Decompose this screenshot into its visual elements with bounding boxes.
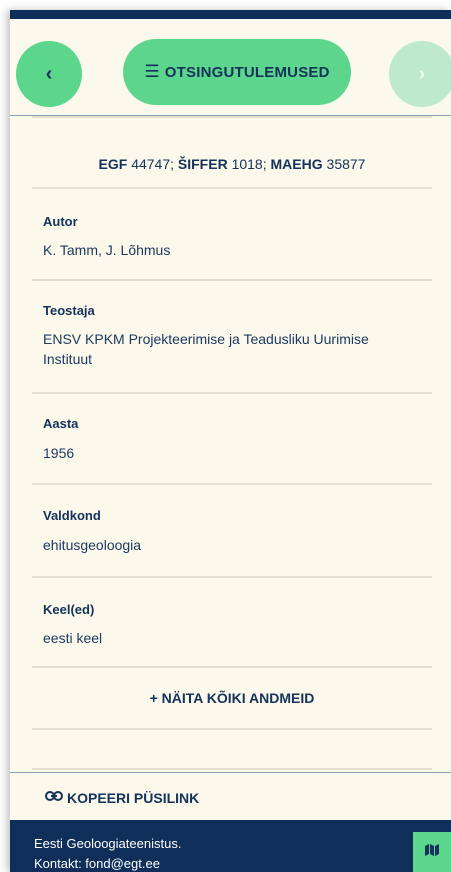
field-value: ehitusgeoloogia [43, 537, 142, 553]
chevron-right-icon: › [418, 62, 426, 85]
divider [32, 768, 432, 770]
search-results-label: OTSINGUTULEMUSED [164, 63, 330, 81]
maehg-value: 35877 [326, 156, 366, 172]
list-icon: ☰ [144, 62, 160, 81]
contact-email[interactable]: Kontakt: fond@egt.ee [34, 854, 181, 872]
divider [32, 576, 432, 578]
field-label: Valdkond [43, 508, 101, 523]
egf-label: EGF [98, 156, 128, 172]
shiffer-label: ŠIFFER [177, 156, 228, 172]
record-panel: ‹ ☰ OTSINGUTULEMUSED › EGF 44747; ŠIFFER… [10, 10, 451, 872]
organization-name: Eesti Geoloogiateenistus. [34, 836, 182, 851]
executor-value: ENSV KPKM Projekteerimise ja Teadusliku … [43, 331, 369, 367]
executor-label: Teostaja [43, 303, 95, 318]
next-result-button[interactable]: › [389, 41, 451, 107]
year-value: 1956 [43, 445, 75, 461]
search-results-button[interactable]: ☰ OTSINGUTULEMUSED [123, 39, 351, 105]
author-value: K. Tamm, J. Lõhmus [43, 242, 171, 258]
show-all-data-button[interactable]: + NÄITA KÕIKI ANDMEID [32, 690, 432, 706]
languages-value: eesti keel [43, 630, 103, 646]
divider [32, 483, 432, 485]
divider [32, 728, 432, 730]
copy-permalink-label: KOPEERI PÜSILINK [67, 789, 200, 806]
maehg-label: MAEHG [270, 156, 323, 172]
top-bar [10, 10, 451, 19]
divider [32, 116, 432, 118]
result-navigation: ‹ ☰ OTSINGUTULEMUSED › [10, 19, 451, 116]
languages-label: Keel(ed) [43, 602, 95, 617]
divider [32, 187, 432, 189]
map-icon [425, 843, 439, 861]
previous-result-button[interactable]: ‹ [16, 41, 82, 107]
site-footer: Eesti Geoloogiateenistus. Kontakt: fond@… [10, 820, 451, 872]
divider [32, 392, 432, 394]
shiffer-value: 1018; [231, 156, 267, 172]
record-identifiers: EGF 44747; ŠIFFER 1018; MAEHG 35877 [32, 156, 432, 172]
map-button[interactable] [413, 832, 451, 872]
author-label: Autor [43, 214, 78, 229]
organization-info: Eesti Geoloogiateenistus. Kontakt: fond@… [34, 834, 181, 872]
year-label: Aasta [43, 416, 79, 431]
chevron-left-icon: ‹ [45, 62, 53, 85]
permalink-bar: KOPEERI PÜSILINK [10, 772, 451, 821]
divider [32, 666, 432, 668]
egf-value: 44747; [131, 156, 175, 172]
divider [32, 279, 432, 281]
copy-permalink-button[interactable]: KOPEERI PÜSILINK [45, 789, 199, 806]
link-icon [45, 789, 63, 806]
